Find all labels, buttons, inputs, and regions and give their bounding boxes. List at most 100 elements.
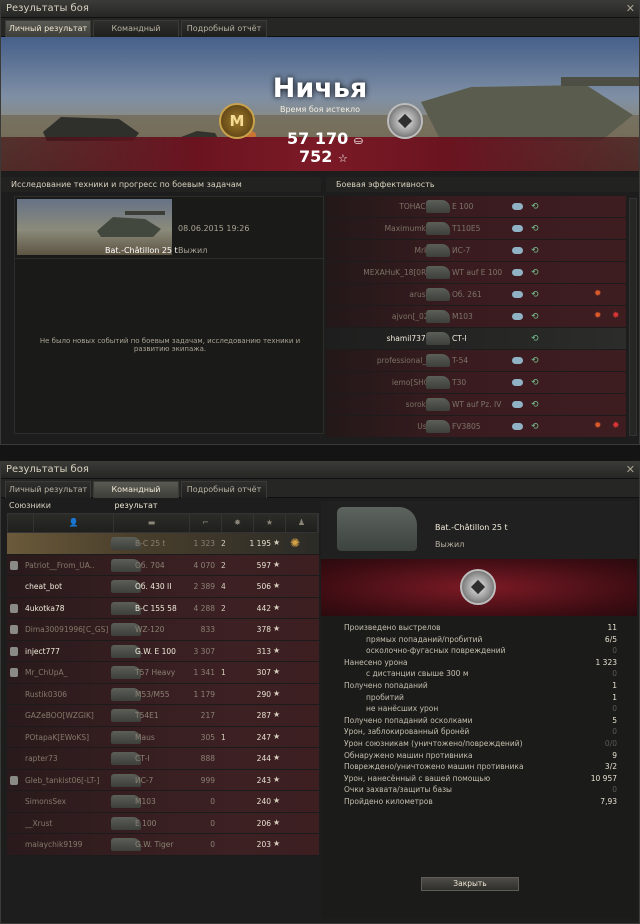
- tab-team-result[interactable]: Командный результат: [93, 20, 179, 49]
- mastery-badge-icon[interactable]: M: [219, 103, 255, 139]
- kills-value: 1: [221, 668, 226, 677]
- damage-assist-icon[interactable]: ⟲: [531, 202, 539, 212]
- team-row[interactable]: SimonsSex M103 0 240 ★: [7, 791, 319, 813]
- efficiency-row[interactable]: ajvon[_026_] M103 ⟲ ✹ ✸: [326, 306, 626, 328]
- team-row[interactable]: Patriot__From_UA.. Об. 704 4 070 2 597 ★: [7, 554, 319, 576]
- damage-assist-icon[interactable]: ⟲: [531, 290, 539, 300]
- spotted-icon[interactable]: [512, 423, 523, 430]
- column-kills-icon[interactable]: ✸: [222, 514, 254, 532]
- efficiency-row[interactable]: iemo[SHOW] T30 ⟲: [326, 372, 626, 394]
- player-name: __Xrust: [25, 818, 53, 828]
- column-xp-icon[interactable]: ★: [254, 514, 286, 532]
- spotted-icon[interactable]: [512, 401, 523, 408]
- vehicle-status: Выжил: [178, 246, 208, 255]
- efficiency-medal-icon[interactable]: [460, 569, 496, 605]
- kill-icon[interactable]: ✸: [612, 421, 620, 431]
- xp-star-icon: ★: [273, 731, 281, 741]
- tab-detailed-report[interactable]: Подробный отчёт: [181, 20, 267, 37]
- damage-assist-icon[interactable]: ⟲: [531, 400, 539, 410]
- efficiency-row[interactable]: UshllyFV3805⟲✹✸: [326, 416, 626, 438]
- tab-team-result[interactable]: Командный результат: [93, 481, 179, 510]
- efficiency-row[interactable]: soroka28 WT auf Pz. IV ⟲: [326, 394, 626, 416]
- team-row[interactable]: Rustik0306 M53/M55 1 179 290 ★: [7, 683, 319, 705]
- tank-icon: [426, 244, 450, 257]
- team-row[interactable]: Mr_ChUpA_ T57 Heavy 1 341 1 307 ★: [7, 662, 319, 684]
- damage-assist-icon[interactable]: ⟲: [531, 356, 539, 366]
- damage-assist-icon[interactable]: ⟲: [531, 246, 539, 256]
- team-row[interactable]: malaychik9199 G.W. Tiger 0 203 ★: [7, 834, 319, 856]
- stat-label: Урон союзникам (уничтожено/повреждений): [344, 738, 523, 748]
- efficiency-section-title: Боевая эффективность: [326, 177, 639, 192]
- damage-value: 305: [200, 732, 215, 742]
- tab-personal-result[interactable]: Личный результат: [5, 481, 91, 498]
- window-title: Результаты боя: [6, 464, 89, 475]
- spotted-icon[interactable]: [512, 291, 523, 298]
- tab-detailed-report[interactable]: Подробный отчёт: [181, 481, 267, 498]
- xp-star-icon: ★: [273, 624, 281, 633]
- spotted-icon[interactable]: [512, 357, 523, 364]
- spotted-icon[interactable]: [512, 379, 523, 386]
- team-row[interactable]: В-С 25 t 1 323 2 1 195 ★ ✺: [7, 533, 319, 555]
- spotted-icon[interactable]: [512, 313, 523, 320]
- damage-assist-icon[interactable]: ⟲: [531, 224, 539, 234]
- efficiency-row[interactable]: shamil737737 СТ-I ⟲: [326, 328, 626, 350]
- efficiency-row[interactable]: Maximumkrovi T110E5 ⟲: [326, 218, 626, 240]
- efficiency-medal-icon[interactable]: [387, 103, 423, 139]
- team-rows: В-С 25 t1 323 2 1 195 ★ ✺ Patriot__From_UA.. О…: [7, 533, 319, 856]
- hit-icon[interactable]: ✹: [594, 311, 602, 321]
- efficiency-row[interactable]: MEXAHuK_18[0RDA] WT auf E 100 ⟲: [326, 262, 626, 284]
- close-button[interactable]: Закрыть: [421, 877, 519, 891]
- efficiency-row[interactable]: arus176 Об. 261 ⟲ ✹: [326, 284, 626, 306]
- damage-assist-icon[interactable]: ⟲: [531, 268, 539, 278]
- damage-value: 888: [200, 754, 215, 763]
- tank-name: M103: [135, 797, 156, 806]
- kill-icon[interactable]: ✸: [612, 311, 620, 321]
- team-row[interactable]: rapter73 СТ-I 888 244 ★: [7, 748, 319, 770]
- xp-value: 247: [256, 732, 271, 742]
- tab-personal-result[interactable]: Личный результат: [5, 20, 91, 37]
- hit-icon[interactable]: ✹: [594, 289, 602, 299]
- spotted-icon[interactable]: [512, 247, 523, 254]
- vehicle-card[interactable]: Bat.-Châtillon 25 t 08.06.2015 19:26 Выж…: [15, 197, 323, 259]
- spotted-icon[interactable]: [512, 203, 523, 210]
- stat-value: 9: [612, 750, 617, 760]
- team-row[interactable]: 4ukotka78 В-С 155 58 4 288 2 442 ★: [7, 597, 319, 619]
- spotted-icon[interactable]: [512, 269, 523, 276]
- close-icon[interactable]: ✕: [626, 2, 635, 16]
- stat-label: с дистанции свыше 300 м: [366, 669, 469, 679]
- achievement-icon[interactable]: ✺: [290, 536, 300, 550]
- team-row[interactable]: Dima30091996[C_GS] WZ-120 833 378 ★: [7, 619, 319, 641]
- efficiency-row[interactable]: professional_ada T-54 ⟲: [326, 350, 626, 372]
- damage-assist-icon[interactable]: ⟲: [531, 378, 539, 388]
- damage-assist-icon[interactable]: ⟲: [531, 334, 539, 344]
- hit-icon[interactable]: ✹: [594, 421, 602, 431]
- tank-name: ИС-7: [135, 775, 154, 785]
- xp-value: 442: [256, 603, 271, 613]
- team-row[interactable]: Gleb_tankist06[-LT-] ИС-7 999 243 ★: [7, 769, 319, 791]
- efficiency-row[interactable]: TOHAC004 E 100 ⟲: [326, 196, 626, 218]
- close-icon[interactable]: ✕: [626, 463, 635, 477]
- spotted-icon[interactable]: [512, 225, 523, 232]
- stat-row: прямых попаданий/пробитий 6/5: [344, 635, 617, 647]
- kills-value: 4: [221, 582, 226, 591]
- team-row[interactable]: GAZeBOO[WZGIK] T54E1 217 287 ★: [7, 705, 319, 727]
- team-row[interactable]: POtapaK[EWoKS] Maus 305 1 247 ★: [7, 726, 319, 748]
- tab-bar: Личный результат Командный результат Под…: [1, 18, 639, 49]
- column-damage-icon[interactable]: ⌐: [190, 514, 222, 532]
- stat-value: 1 323: [595, 657, 617, 667]
- efficiency-scrollbar[interactable]: [629, 198, 637, 436]
- column-medal-icon[interactable]: ♟: [286, 514, 318, 532]
- team-row[interactable]: __Xrust E 100 0 206 ★: [7, 812, 319, 834]
- column-player-icon[interactable]: 👤: [34, 514, 114, 532]
- efficiency-row[interactable]: MrkomИС-7⟲: [326, 240, 626, 262]
- team-row[interactable]: cheat_bot Об. 430 II 2 389 4 506 ★: [7, 576, 319, 598]
- damage-value: 1 323: [193, 539, 215, 548]
- team-row[interactable]: inject777 G.W. E 100 3 307 313 ★: [7, 640, 319, 662]
- damage-assist-icon[interactable]: ⟲: [531, 422, 539, 432]
- damage-assist-icon[interactable]: ⟲: [531, 312, 539, 322]
- column-tank-icon[interactable]: ▬: [114, 514, 190, 532]
- column-platoon[interactable]: [8, 514, 34, 532]
- xp-value: 243: [256, 775, 271, 785]
- tank-icon: [426, 398, 450, 411]
- tank-name: В-С 25 t: [135, 539, 166, 548]
